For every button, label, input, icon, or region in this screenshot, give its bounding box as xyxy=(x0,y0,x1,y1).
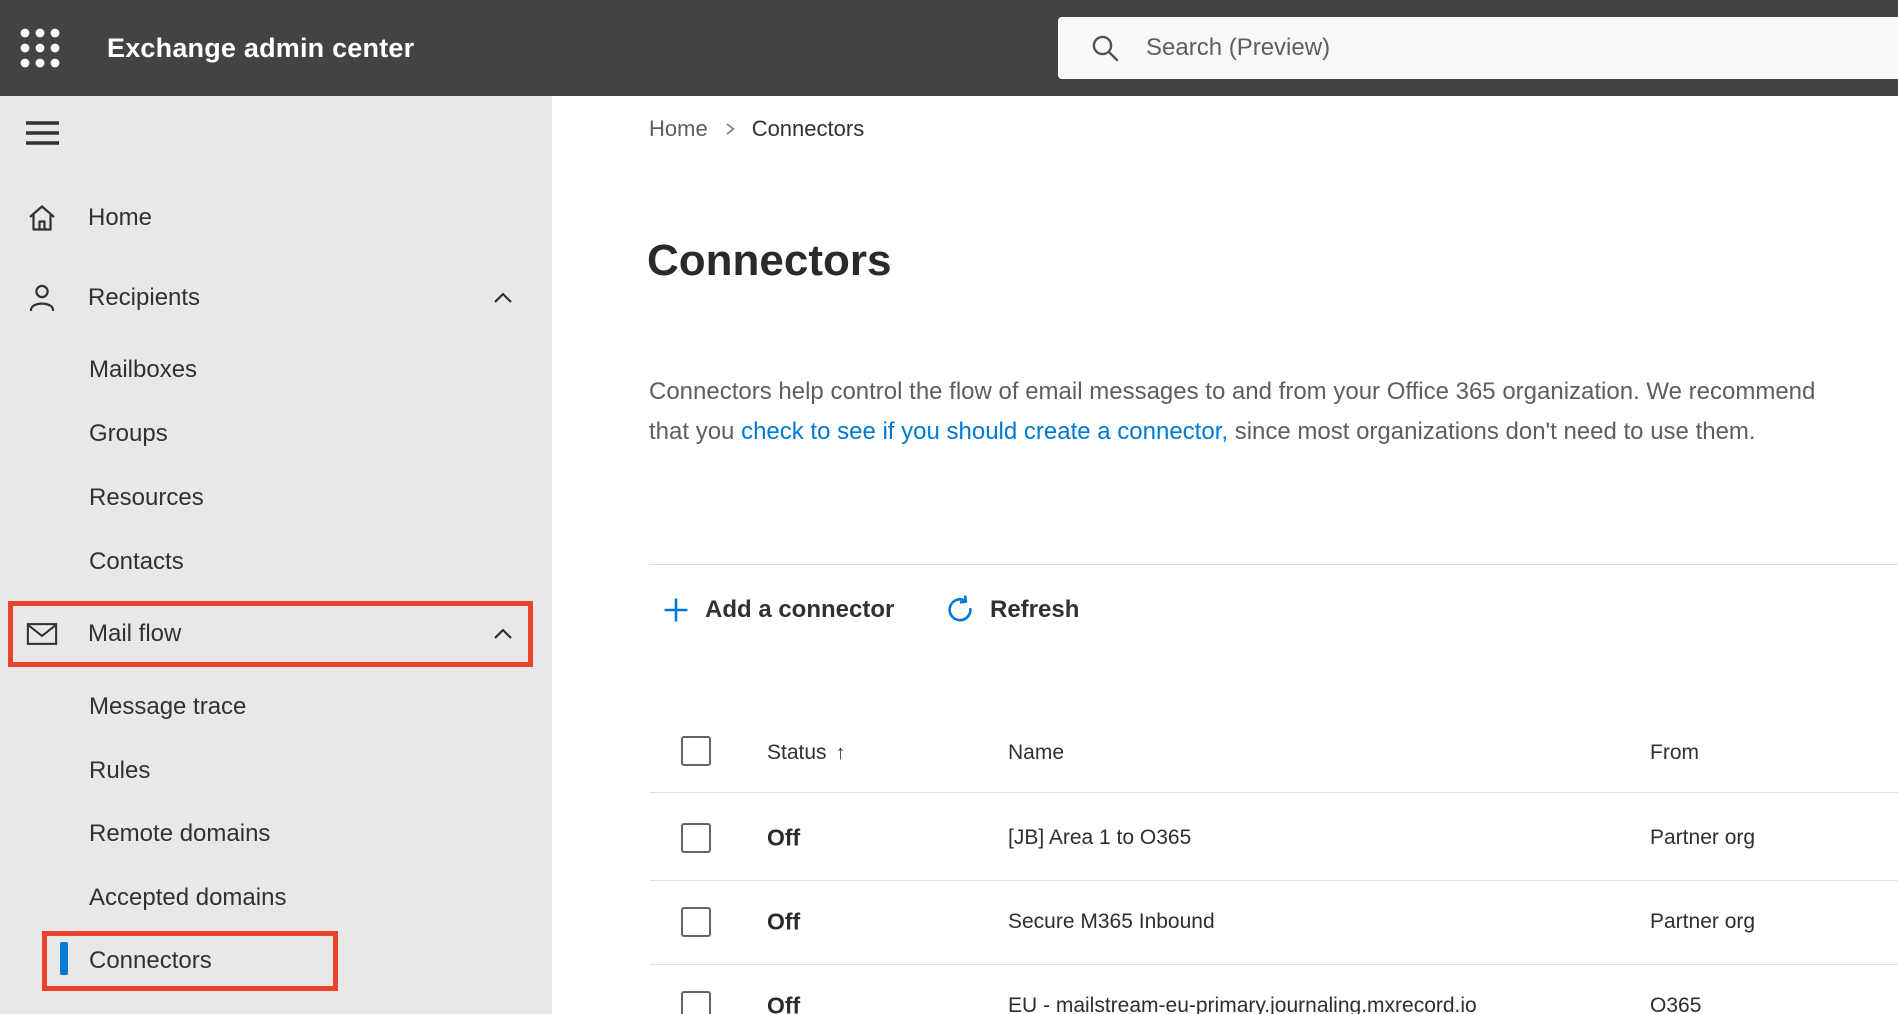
sidebar-item-label: Connectors xyxy=(89,947,212,974)
row-from: Partner org xyxy=(1650,826,1756,849)
add-connector-button[interactable]: Add a connector xyxy=(662,588,894,632)
row-status: Off xyxy=(767,992,801,1014)
table-row[interactable]: Off [JB] Area 1 to O365 Partner org xyxy=(650,796,1898,881)
sidebar-item-rules[interactable]: Rules xyxy=(0,739,552,803)
toolbar-divider xyxy=(649,564,1898,565)
row-from: Partner org xyxy=(1650,910,1756,933)
sidebar-item-connectors[interactable]: Connectors xyxy=(0,929,552,993)
refresh-icon xyxy=(948,595,972,622)
sidebar-item-label: Mailboxes xyxy=(89,356,198,383)
sidebar-item-label: Resources xyxy=(89,484,204,511)
select-all-checkbox[interactable] xyxy=(681,736,711,766)
page-description: Connectors help control the flow of emai… xyxy=(649,372,1861,452)
page-title: Connectors xyxy=(647,236,892,285)
row-checkbox[interactable] xyxy=(681,823,711,853)
main-content: Home Connectors Connectors Connectors he… xyxy=(552,96,1898,1014)
sidebar-item-label: Accepted domains xyxy=(89,884,287,911)
row-from: O365 xyxy=(1650,994,1702,1014)
hamburger-menu-button[interactable] xyxy=(24,118,62,150)
sidebar-item-mailboxes[interactable]: Mailboxes xyxy=(0,338,552,402)
person-icon xyxy=(26,282,58,314)
sidebar-item-label: Home xyxy=(88,204,153,231)
chevron-up-icon xyxy=(490,623,516,645)
sidebar-item-resources[interactable]: Resources xyxy=(0,466,552,530)
sidebar-item-contacts[interactable]: Contacts xyxy=(0,530,552,594)
sidebar-item-label: Message trace xyxy=(89,693,247,720)
breadcrumb-current: Connectors xyxy=(751,116,865,141)
sidebar-item-mail-flow[interactable]: Mail flow xyxy=(0,602,552,666)
sidebar-item-label: Remote domains xyxy=(89,820,271,847)
table-row[interactable]: Off Secure M365 Inbound Partner org xyxy=(650,880,1898,965)
breadcrumb-chevron-icon xyxy=(726,123,735,135)
sort-ascending-icon: ↑ xyxy=(835,742,846,764)
top-bar: Exchange admin center xyxy=(0,0,1898,96)
table-header-row: Status ↑ Name From xyxy=(552,731,1898,775)
column-header-from[interactable]: From xyxy=(1650,741,1699,765)
sidebar-item-label: Rules xyxy=(89,757,151,784)
selected-item-indicator xyxy=(60,942,68,975)
row-status: Off xyxy=(767,824,801,851)
sidebar-nav: Home Recipients Mailboxes Groups Resourc… xyxy=(0,96,552,1014)
sidebar-item-recipients[interactable]: Recipients xyxy=(0,266,552,330)
row-status: Off xyxy=(767,908,801,935)
refresh-label: Refresh xyxy=(990,596,1080,623)
sidebar-item-label: Mail flow xyxy=(88,620,182,647)
sidebar-item-label: Groups xyxy=(89,420,168,447)
sidebar-item-home[interactable]: Home xyxy=(0,186,552,250)
breadcrumb-home-link[interactable]: Home xyxy=(649,116,708,142)
row-checkbox[interactable] xyxy=(681,907,711,937)
table-header-divider xyxy=(650,792,1898,793)
add-connector-label: Add a connector xyxy=(705,596,895,623)
column-header-name[interactable]: Name xyxy=(1008,741,1064,765)
column-header-status[interactable]: Status ↑ xyxy=(767,741,846,765)
app-launcher-button[interactable] xyxy=(14,22,66,74)
sidebar-item-groups[interactable]: Groups xyxy=(0,402,552,466)
column-header-status-label: Status xyxy=(767,741,827,764)
exchange-admin-center-window: Exchange admin center Search (Preview) H… xyxy=(0,0,1898,1014)
row-name: [JB] Area 1 to O365 xyxy=(1008,826,1192,849)
search-input[interactable] xyxy=(1144,33,1898,63)
row-name: Secure M365 Inbound xyxy=(1008,910,1215,933)
hamburger-icon xyxy=(26,121,59,145)
sidebar-item-message-trace[interactable]: Message trace xyxy=(0,675,552,739)
breadcrumb: Home Connectors xyxy=(649,116,864,142)
row-checkbox[interactable] xyxy=(681,991,711,1014)
app-title: Exchange admin center xyxy=(107,33,415,63)
search-box[interactable] xyxy=(1058,17,1898,79)
mail-icon xyxy=(26,621,58,647)
refresh-button[interactable]: Refresh xyxy=(945,588,1079,632)
waffle-icon xyxy=(20,28,60,68)
search-icon xyxy=(1092,35,1119,62)
sidebar-item-label: Contacts xyxy=(89,548,184,575)
sidebar-item-accepted-domains[interactable]: Accepted domains xyxy=(0,866,552,930)
create-connector-check-link[interactable]: check to see if you should create a conn… xyxy=(741,418,1228,445)
row-name: EU - mailstream-eu-primary.journaling.mx… xyxy=(1008,994,1477,1014)
home-icon xyxy=(26,202,58,234)
chevron-up-icon xyxy=(490,287,516,309)
sidebar-item-remote-domains[interactable]: Remote domains xyxy=(0,802,552,866)
description-text: since most organizations don't need to u… xyxy=(1228,418,1756,445)
sidebar-item-label: Recipients xyxy=(88,284,201,311)
table-row[interactable]: Off EU - mailstream-eu-primary.journalin… xyxy=(650,964,1898,1014)
plus-icon xyxy=(664,598,688,622)
